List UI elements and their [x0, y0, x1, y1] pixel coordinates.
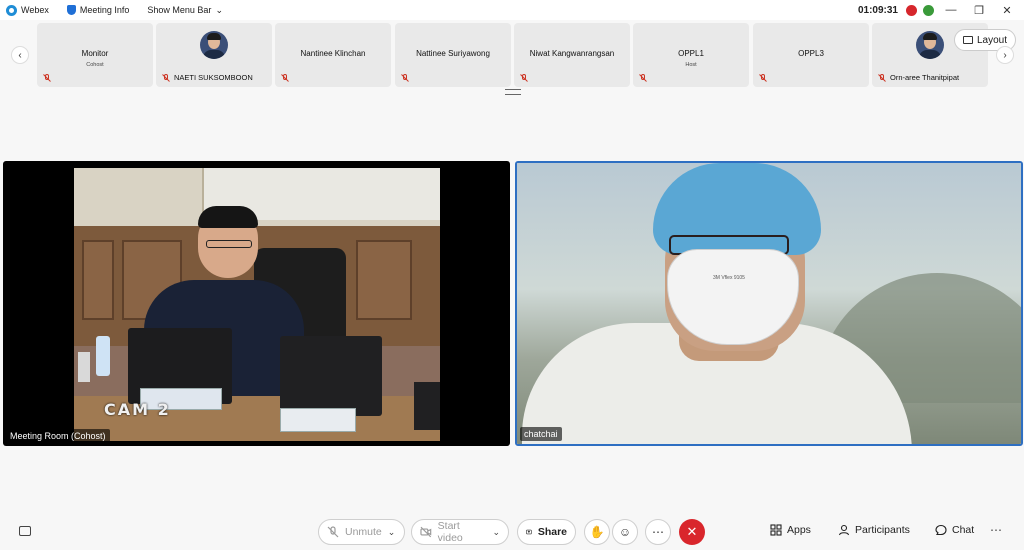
more-options-button[interactable]: ⋯: [645, 519, 671, 545]
participant-tile-nantinee[interactable]: Nantinee Klinchan: [275, 23, 391, 87]
shield-icon: [66, 5, 76, 15]
meeting-info-button[interactable]: Meeting Info: [66, 5, 130, 15]
chevron-down-icon: ⌄: [215, 4, 223, 15]
participant-tile-naeti[interactable]: NAETI SUKSOMBOON: [156, 23, 272, 87]
user-avatar[interactable]: [923, 4, 934, 16]
chevron-left-icon: ‹: [18, 49, 22, 61]
start-video-label: Start video: [437, 520, 463, 544]
chevron-right-icon: ›: [1003, 49, 1007, 61]
app-name: Webex: [21, 5, 49, 15]
mic-muted-icon: [43, 74, 51, 82]
recording-icon[interactable]: [906, 4, 917, 16]
apps-button[interactable]: Apps: [770, 524, 811, 536]
share-button[interactable]: Share: [517, 519, 576, 545]
participant-name: NAETI SUKSOMBOON: [174, 73, 253, 82]
participant-name: OPPL1: [678, 49, 704, 58]
start-video-button[interactable]: Start video ⌄: [411, 519, 509, 545]
chatchai-feed: 3M Vflex 9105: [517, 163, 1021, 444]
layout-label: Layout: [976, 34, 1007, 46]
chat-button[interactable]: Chat: [935, 524, 974, 536]
camera-overlay-label: CAM 2: [104, 400, 171, 419]
mic-muted-icon: [520, 74, 528, 82]
mic-muted-icon: [327, 526, 339, 538]
avatar: [200, 31, 228, 59]
reactions-button[interactable]: ☺: [612, 519, 638, 545]
maximize-button[interactable]: ❐: [968, 4, 990, 17]
chat-label: Chat: [952, 524, 975, 536]
participant-tile-niwat[interactable]: Niwat Kangwanrangsan: [514, 23, 630, 87]
participant-name: Monitor: [81, 49, 109, 58]
chevron-down-icon[interactable]: ⌄: [492, 527, 500, 538]
raise-hand-button[interactable]: ✋: [584, 519, 610, 545]
mic-muted-icon: [878, 74, 886, 82]
unmute-button[interactable]: Unmute ⌄: [318, 519, 405, 545]
participant-name: Nantinee Klinchan: [300, 49, 366, 58]
unmute-label: Unmute: [345, 526, 382, 538]
more-right-button[interactable]: ⋯: [990, 523, 1002, 537]
captions-icon[interactable]: [19, 526, 31, 536]
close-button[interactable]: ✕: [996, 4, 1018, 17]
share-icon: [526, 529, 532, 535]
video-off-icon: [420, 526, 432, 538]
share-label: Share: [537, 526, 567, 538]
control-bar: Unmute ⌄ Start video ⌄ Share ✋ ☺ ⋯ ✕ App…: [0, 514, 1024, 550]
webex-logo-icon: [6, 4, 17, 16]
title-bar: Webex Meeting Info Show Menu Bar ⌄ 01:09…: [0, 0, 1024, 20]
video-name-label: chatchai: [520, 427, 562, 441]
video-name-label: Meeting Room (Cohost): [6, 429, 110, 443]
mic-muted-icon: [162, 74, 170, 82]
meeting-clock: 01:09:31: [857, 4, 898, 16]
participant-name: Niwat Kangwanrangsan: [529, 49, 615, 58]
desk-nameplate: [280, 408, 356, 432]
participant-tile-monitor[interactable]: Monitor Cohost: [37, 23, 153, 87]
participant-name: OPPL3: [798, 49, 824, 58]
show-menu-bar-button[interactable]: Show Menu Bar ⌄: [147, 5, 223, 16]
strip-prev-button[interactable]: ‹: [11, 46, 29, 64]
participants-button[interactable]: Participants: [838, 524, 910, 536]
app-brand: Webex: [6, 4, 49, 16]
participant-role: Host: [685, 62, 697, 68]
mic-muted-icon: [639, 74, 647, 82]
participants-label: Participants: [855, 524, 910, 536]
video-meeting-room[interactable]: CAM 2 Meeting Room (Cohost): [3, 161, 510, 446]
avatar: [916, 31, 944, 59]
apps-label: Apps: [787, 524, 811, 536]
show-menu-bar-label: Show Menu Bar: [147, 5, 212, 15]
participant-role: Cohost: [86, 62, 104, 68]
chevron-down-icon[interactable]: ⌄: [388, 527, 396, 538]
title-bar-right: 01:09:31 — ❐ ✕: [858, 0, 1024, 20]
mic-muted-icon: [401, 74, 409, 82]
chat-icon: [935, 524, 947, 536]
minimize-button[interactable]: —: [940, 4, 962, 16]
participant-tile-nattinee[interactable]: Nattinee Suriyawong: [395, 23, 511, 87]
participant-strip: ‹ Monitor Cohost NAETI SUKSOMBOON Nantin…: [0, 20, 1024, 92]
participant-tile-oppl3[interactable]: OPPL3: [753, 23, 869, 87]
more-icon: ⋯: [990, 523, 1002, 537]
mic-muted-icon: [759, 74, 767, 82]
leave-meeting-button[interactable]: ✕: [679, 519, 705, 545]
video-chatchai[interactable]: 3M Vflex 9105 chatchai: [515, 161, 1023, 446]
meeting-room-feed: CAM 2: [74, 168, 440, 441]
mask-print: 3M Vflex 9105: [713, 275, 745, 281]
more-icon: ⋯: [652, 525, 664, 539]
participant-name: Nattinee Suriyawong: [416, 49, 490, 58]
strip-resize-handle[interactable]: [505, 89, 521, 95]
meeting-info-label: Meeting Info: [79, 5, 130, 15]
close-icon: ✕: [686, 524, 698, 539]
mic-muted-icon: [281, 74, 289, 82]
layout-icon: [962, 36, 973, 44]
strip-next-button[interactable]: ›: [996, 46, 1014, 64]
apps-icon: [770, 524, 782, 536]
hand-icon: ✋: [589, 525, 605, 539]
smiley-icon: ☺: [618, 525, 632, 539]
participant-tile-oppl1[interactable]: OPPL1 Host: [633, 23, 749, 87]
participant-name: Orn-aree Thanitpipat: [890, 73, 960, 82]
participants-icon: [838, 524, 850, 536]
